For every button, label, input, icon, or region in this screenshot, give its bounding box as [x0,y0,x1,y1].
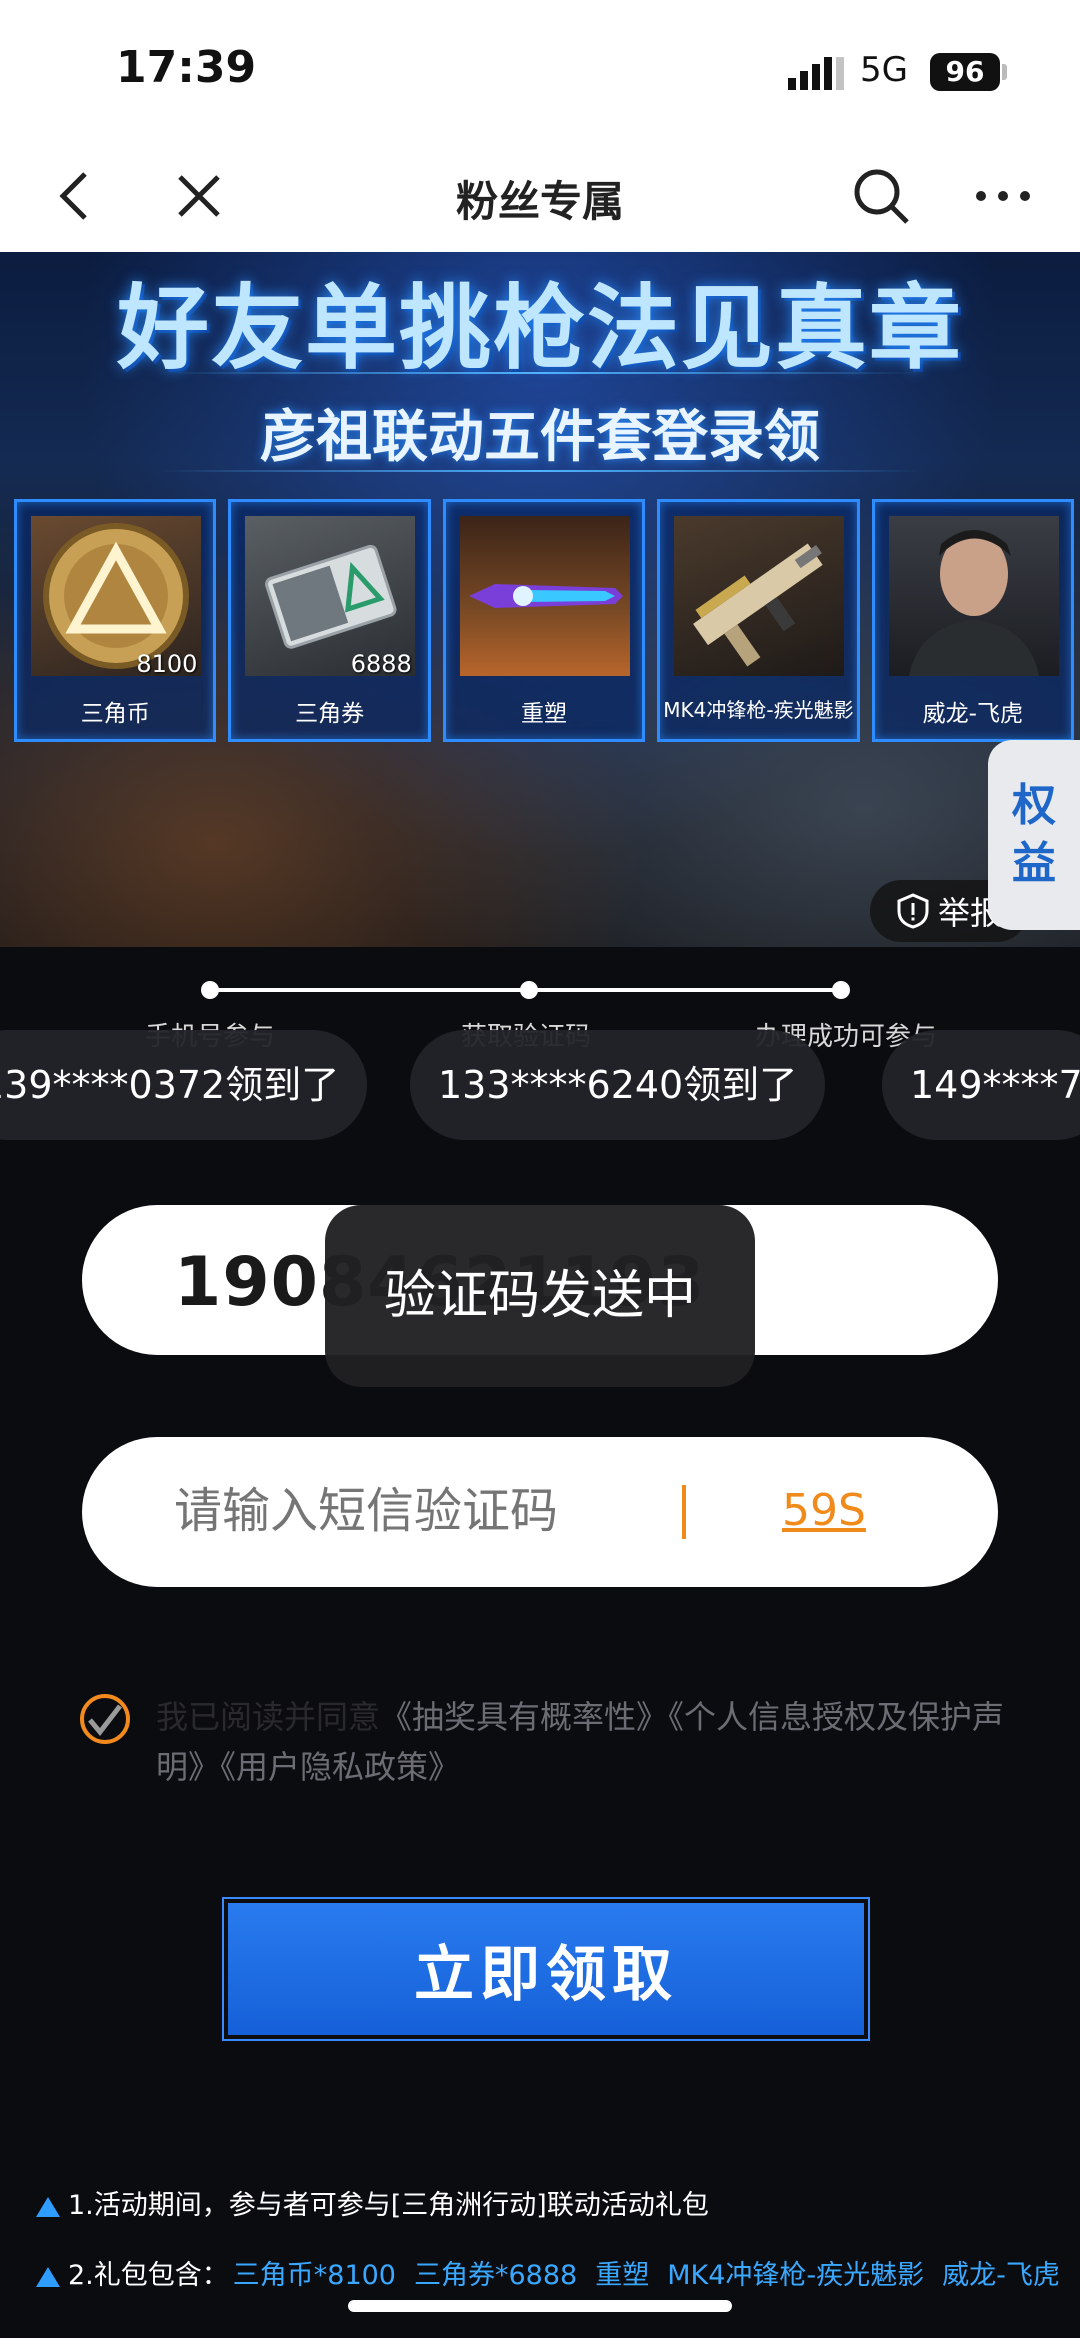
hero-subtitle: 彦祖联动五件套登录领 [260,405,820,470]
toast-message: 验证码发送中 [325,1205,755,1387]
rule-line: 2.礼包包含： 三角币*8100 三角券*6888 重塑 MK4冲锋枪-疾光魅影 威龙-飞… [36,2256,1080,2326]
rule-line: 1.活动期间，参与者可参与[三角洲行动]联动活动礼包 [36,2186,1080,2256]
item-label: 威龙-飞虎 [922,701,1023,727]
gift-item: 重塑 [595,2260,650,2291]
network-type: 5G [860,50,908,90]
sms-code-input[interactable] [174,1483,674,1539]
reward-item: 8100 三角币 [14,499,217,742]
gift-item: 三角券*6888 [413,2260,578,2291]
search-button[interactable] [836,140,926,252]
nav-bar: 粉丝专属 [0,140,1080,252]
item-label: 三角券 [295,701,365,727]
item-label: 重塑 [521,701,568,727]
character-portrait [888,516,1059,676]
hero-title: 好友单挑枪法见真章 [116,275,963,382]
search-icon [854,169,909,224]
rule-text: 1.活动期间，参与者可参与[三角洲行动]联动活动礼包 [68,2190,709,2221]
agreement-checkbox[interactable] [80,1694,130,1744]
reward-item: MK4冲锋枪-疾光魅影 [657,499,860,742]
more-button[interactable] [958,140,1048,252]
resend-countdown[interactable]: 59S [782,1485,866,1536]
step-dot [520,981,538,999]
sms-code-field[interactable]: 59S [82,1437,998,1587]
signal-icon [788,57,844,90]
claim-button[interactable]: 立即领取 [222,1897,870,2041]
warning-shield-icon [897,893,929,929]
battery-tip [1002,64,1007,80]
rights-tab[interactable]: 权 益 [988,740,1080,930]
marquee-item: 149****7 [882,1030,1080,1140]
gift-item: MK4冲锋枪-疾光魅影 [667,2260,925,2291]
blade-icon [459,516,630,676]
marquee-item: 139****0372领到了 [0,1030,368,1140]
item-label: MK4冲锋枪-疾光魅影 [663,698,854,722]
rights-tab-label: 权 [1012,780,1056,831]
marquee-item: 133****6240领到了 [410,1030,826,1140]
smg-icon [674,516,845,676]
home-indicator [348,2300,732,2312]
status-time: 17:39 [116,42,257,93]
reward-item: 6888 三角券 [228,499,431,742]
reward-item: 威龙-飞虎 [871,499,1075,742]
divider [682,1485,686,1539]
checkmark-icon [88,1704,122,1736]
triangle-bullet-icon [36,2266,60,2287]
agreement-lead: 我已阅读并同意 [156,1698,381,1736]
status-bar: 17:39 5G 96 [0,0,1080,140]
hero-banner: 好友单挑枪法见真章 彦祖联动五件套登录领 8100 三角币 6888 三角券 重… [0,252,1080,947]
rule-prefix: 2.礼包包含： [68,2260,229,2291]
battery-icon: 96 [930,53,1000,91]
step-dot [201,981,219,999]
item-quantity: 6888 [350,650,412,678]
item-quantity: 8100 [136,650,198,678]
rights-tab-label: 益 [1012,838,1056,889]
gift-item: 三角币*8100 [232,2260,396,2291]
gift-item: 威龙-飞虎 [942,2260,1060,2291]
winner-marquee: 139****0372领到了 133****6240领到了 149****7 [0,1030,1080,1140]
agreement-text: 我已阅读并同意《抽奖具有概率性》《个人信息授权及保护声明》《用户隐私政策》 [156,1692,1036,1792]
divider [160,372,920,374]
more-icon [976,191,1030,201]
triangle-bullet-icon [36,2196,60,2217]
item-label: 三角币 [80,701,150,727]
reward-items: 8100 三角币 6888 三角券 重塑 MK4冲锋枪-疾光魅影 威龙-飞虎 [14,499,1075,742]
step-dot [832,981,850,999]
reward-item: 重塑 [442,499,646,742]
divider [160,470,920,472]
